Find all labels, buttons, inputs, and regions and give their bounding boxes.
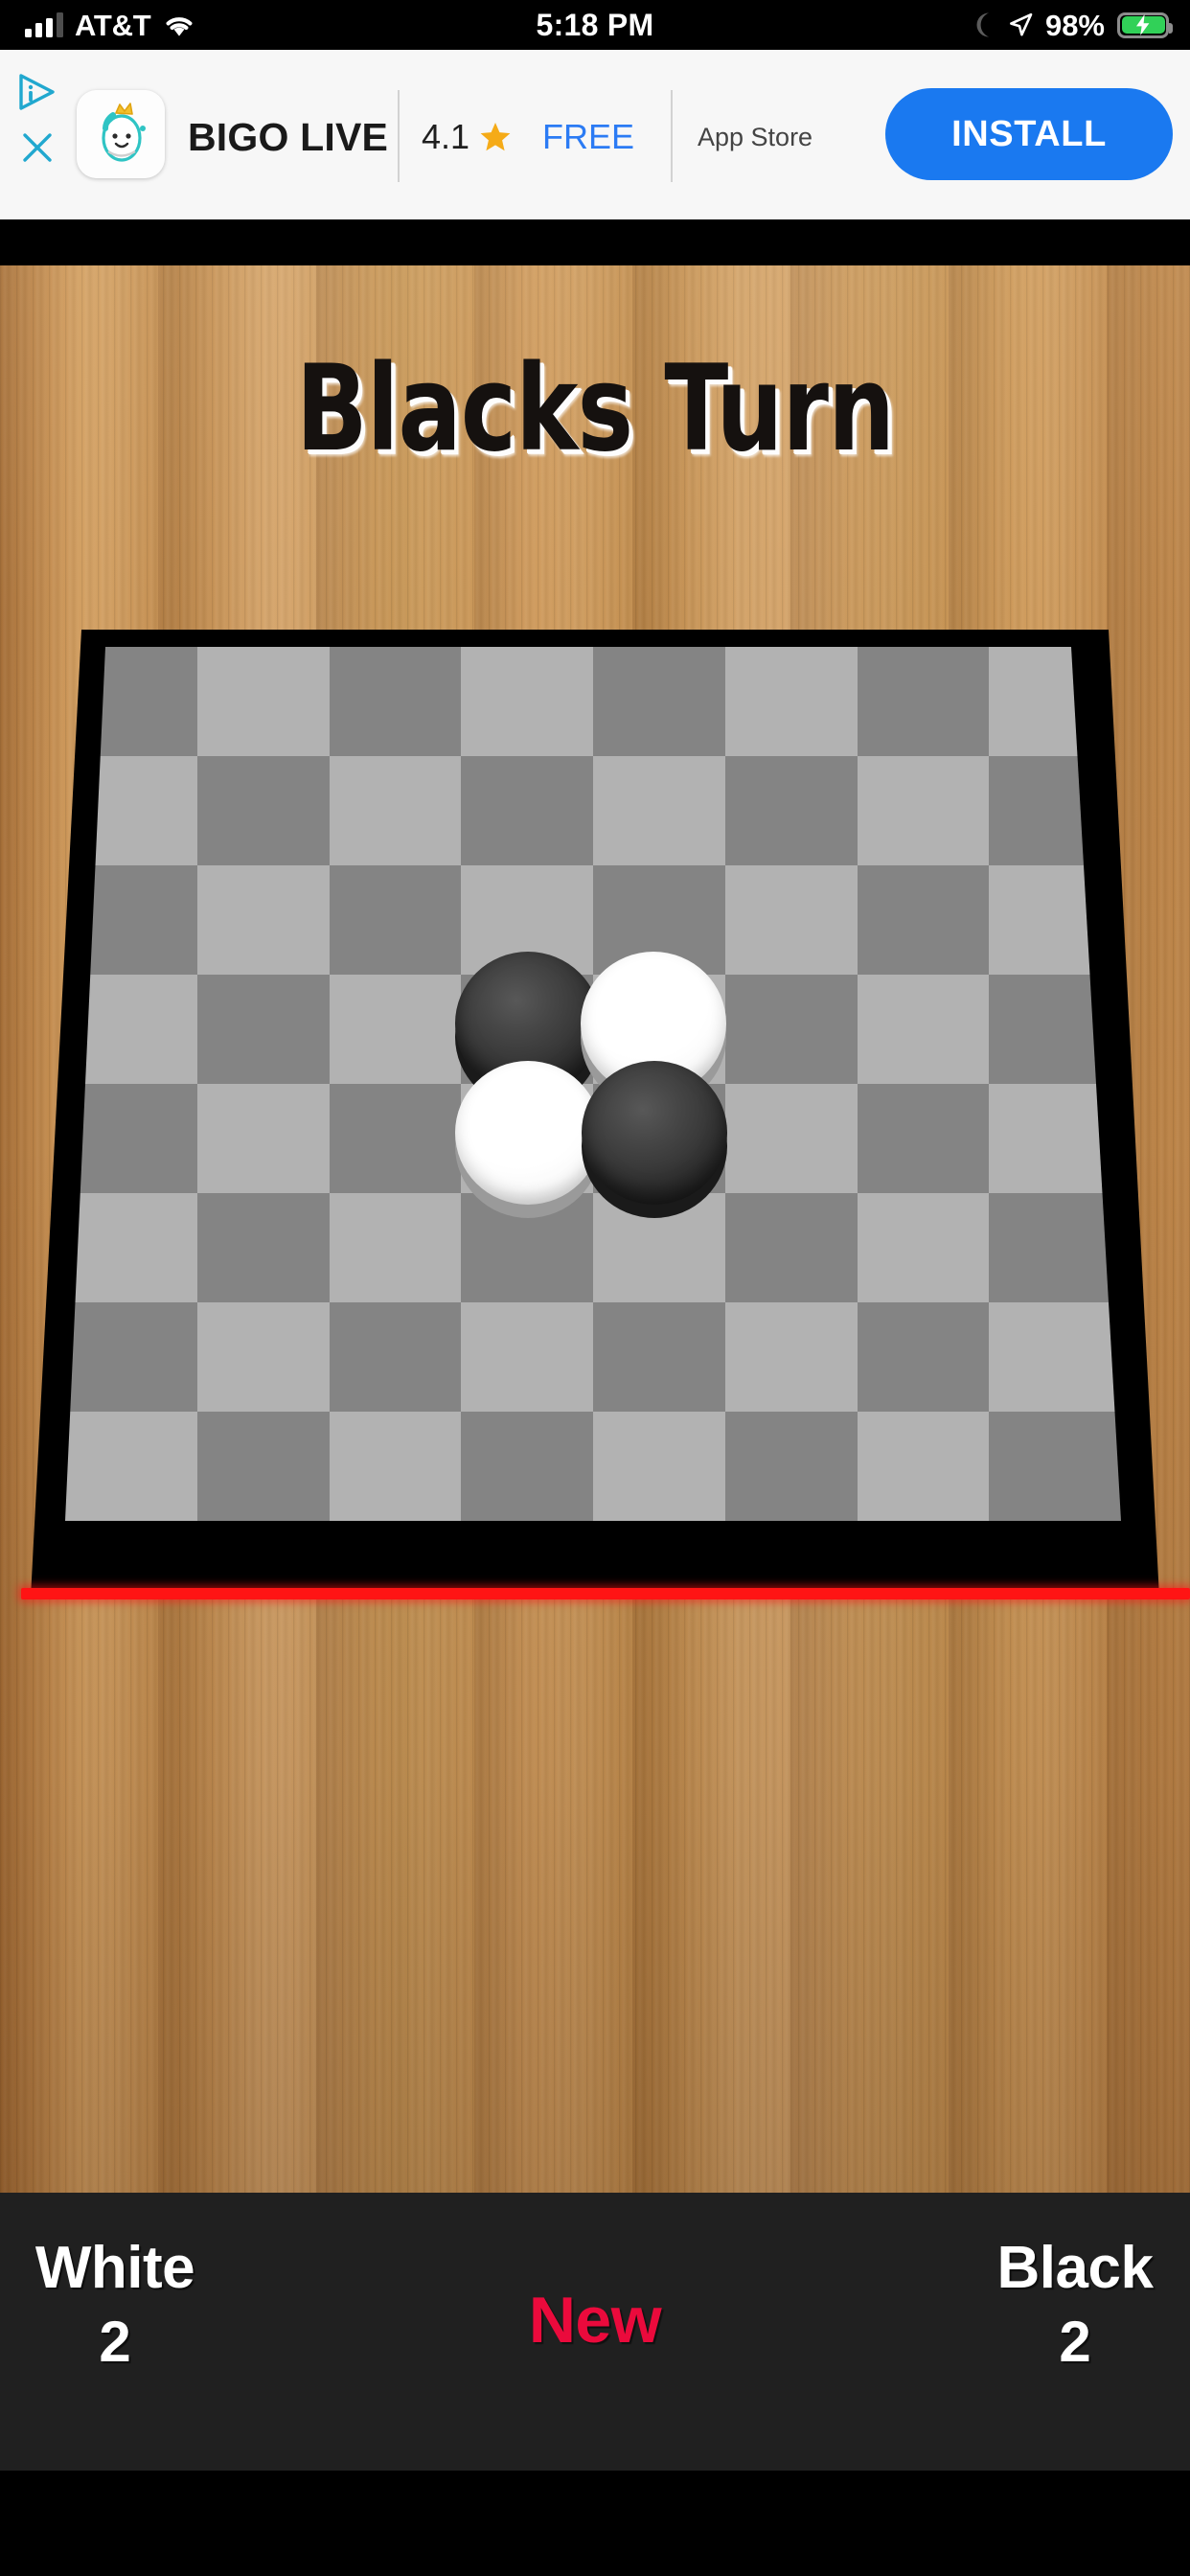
board-cell-r3-c4[interactable]: [593, 975, 725, 1084]
board-cell-r6-c1[interactable]: [196, 1302, 330, 1412]
ad-divider: [671, 90, 673, 182]
board-cell-r6-c4[interactable]: [593, 1302, 725, 1412]
board-cell-r0-c4[interactable]: [593, 647, 725, 756]
board-cell-r4-c6[interactable]: [857, 1084, 990, 1193]
board-cell-r2-c5[interactable]: [724, 865, 858, 975]
ad-banner[interactable]: BIGO LIVE 4.1 FREE App Store INSTALL: [0, 50, 1190, 224]
white-score-value: 2: [99, 2310, 131, 2375]
board-cell-r3-c6[interactable]: [857, 975, 990, 1084]
board-cell-r1-c3[interactable]: [461, 756, 593, 865]
game-area: Blacks Turn: [0, 265, 1190, 2193]
adchoices-column: [6, 73, 69, 167]
board-cell-r2-c3[interactable]: [461, 865, 593, 975]
board-cell-r4-c1[interactable]: [196, 1084, 330, 1193]
moon-icon: [971, 12, 995, 38]
board-cell-r0-c2[interactable]: [329, 647, 462, 756]
board-cell-r5-c5[interactable]: [724, 1193, 858, 1302]
board-cell-r1-c5[interactable]: [724, 756, 858, 865]
home-indicator-area: [0, 2471, 1190, 2576]
board-cell-r3-c2[interactable]: [329, 975, 462, 1084]
board-cell-r6-c2[interactable]: [329, 1302, 462, 1412]
board-cell-r5-c1[interactable]: [196, 1193, 330, 1302]
status-bar-right: 98%: [971, 0, 1173, 50]
app-screen: AT&T 5:18 PM 98% BIGO LIVE 4.1 FREE App …: [0, 0, 1190, 2576]
board-cell-r5-c7[interactable]: [989, 1193, 1121, 1302]
board-cell-r3-c1[interactable]: [196, 975, 330, 1084]
wifi-icon: [163, 12, 195, 37]
star-icon: [479, 121, 512, 153]
board-cell-r6-c3[interactable]: [461, 1302, 593, 1412]
clock-label: 5:18 PM: [536, 8, 654, 42]
white-score-block: White 2: [0, 2233, 230, 2377]
board-cell-r2-c1[interactable]: [196, 865, 330, 975]
board-cell-r6-c5[interactable]: [724, 1302, 858, 1412]
board-cell-r7-c2[interactable]: [329, 1412, 462, 1521]
new-game-label: New: [528, 2284, 662, 2357]
carrier-label: AT&T: [75, 8, 151, 42]
board-cell-r6-c7[interactable]: [989, 1302, 1121, 1412]
ad-price-label: FREE: [542, 117, 635, 156]
black-label: Black: [996, 2235, 1154, 2301]
board-cell-r4-c4[interactable]: [593, 1084, 725, 1193]
bigo-live-app-icon[interactable]: [77, 90, 165, 178]
board-cell-r2-c6[interactable]: [857, 865, 990, 975]
battery-charging-icon: [1117, 12, 1173, 38]
board-accent-line: [21, 1588, 1190, 1599]
board-cell-r1-c2[interactable]: [329, 756, 462, 865]
board-cell-r6-c0[interactable]: [65, 1302, 197, 1412]
board-cell-r4-c0[interactable]: [65, 1084, 197, 1193]
board-cell-r7-c3[interactable]: [461, 1412, 593, 1521]
board-cell-r0-c1[interactable]: [196, 647, 330, 756]
board-cell-r6-c6[interactable]: [857, 1302, 990, 1412]
board-cell-r5-c4[interactable]: [593, 1193, 725, 1302]
board-cell-r1-c6[interactable]: [857, 756, 990, 865]
board-cell-r1-c1[interactable]: [196, 756, 330, 865]
board-cell-r0-c5[interactable]: [724, 647, 858, 756]
board-grid-holder: [65, 647, 1121, 1521]
board-cell-r0-c6[interactable]: [857, 647, 990, 756]
board-cell-r5-c3[interactable]: [461, 1193, 593, 1302]
location-arrow-icon: [1008, 12, 1033, 37]
board-cell-r4-c5[interactable]: [724, 1084, 858, 1193]
adchoices-icon[interactable]: [16, 73, 58, 111]
board-cell-r7-c5[interactable]: [724, 1412, 858, 1521]
board-cell-r2-c4[interactable]: [593, 865, 725, 975]
install-button[interactable]: INSTALL: [885, 88, 1173, 180]
score-bar: New White 2 Black 2: [0, 2193, 1190, 2471]
board-cell-r1-c4[interactable]: [593, 756, 725, 865]
board-cell-r7-c4[interactable]: [593, 1412, 725, 1521]
board-cell-r7-c0[interactable]: [65, 1412, 197, 1521]
turn-indicator-title: Blacks Turn: [295, 340, 895, 478]
othello-board[interactable]: [65, 647, 1121, 1521]
status-bar: AT&T 5:18 PM 98%: [0, 0, 1190, 50]
black-score-block: Black 2: [960, 2233, 1190, 2377]
board-cell-r3-c3[interactable]: [461, 975, 593, 1084]
board-cell-r7-c6[interactable]: [857, 1412, 990, 1521]
ad-rating-group: 4.1 FREE: [422, 50, 634, 224]
close-icon[interactable]: [18, 128, 57, 167]
white-label: White: [34, 2235, 195, 2301]
board-cell-r5-c2[interactable]: [329, 1193, 462, 1302]
board-cell-r0-c3[interactable]: [461, 647, 593, 756]
ad-rating-value: 4.1: [422, 117, 470, 156]
board-cell-r7-c1[interactable]: [196, 1412, 330, 1521]
ad-app-name: BIGO LIVE: [188, 114, 389, 159]
signal-bars-icon: [25, 12, 63, 37]
board-cell-r5-c0[interactable]: [65, 1193, 197, 1302]
board-cell-r5-c6[interactable]: [857, 1193, 990, 1302]
board-cell-r4-c2[interactable]: [329, 1084, 462, 1193]
status-bar-left: AT&T: [25, 0, 195, 50]
ad-divider: [398, 90, 400, 182]
board-cell-r2-c2[interactable]: [329, 865, 462, 975]
board-cell-r7-c7[interactable]: [989, 1412, 1121, 1521]
board-cell-r4-c3[interactable]: [461, 1084, 593, 1193]
battery-percent-label: 98%: [1044, 8, 1105, 42]
ad-store-label: App Store: [698, 122, 813, 151]
black-score-value: 2: [1059, 2310, 1091, 2375]
board-wrapper: [0, 630, 1190, 1607]
board-cell-r3-c5[interactable]: [724, 975, 858, 1084]
